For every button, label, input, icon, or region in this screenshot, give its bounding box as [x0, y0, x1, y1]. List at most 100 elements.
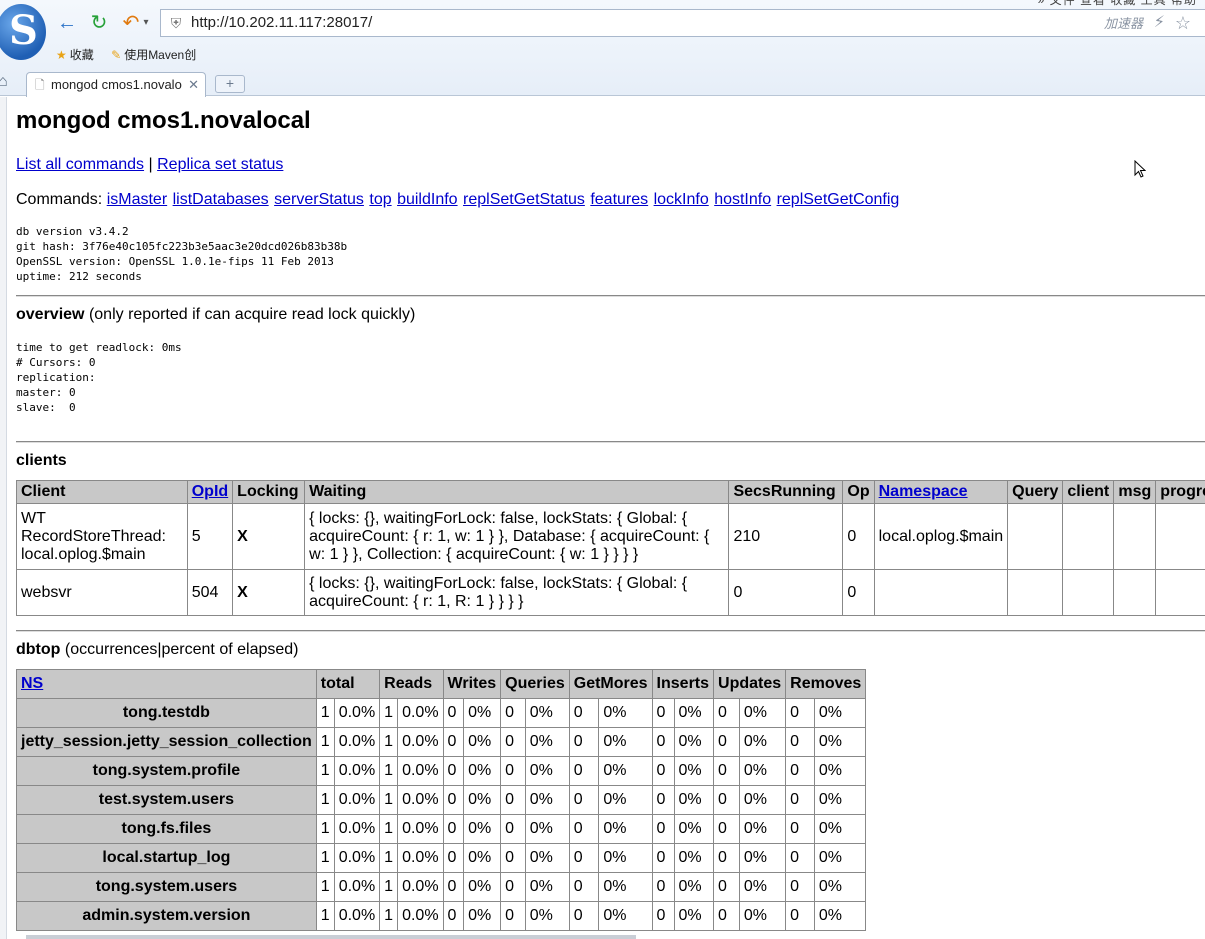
cmd-lockinfo-link[interactable]: lockInfo	[654, 191, 709, 208]
chevron-down-icon[interactable]: ▾	[140, 10, 152, 36]
cell-value: 0%	[673, 756, 715, 786]
mouse-cursor-icon	[1134, 160, 1146, 178]
cell-value: 0.0%	[397, 872, 444, 902]
cell-value: 0%	[673, 698, 715, 728]
star-icon[interactable]: ☆	[1175, 10, 1191, 36]
browser-toolbar: S ← ↻ ↶ ▾ » 文件 查看 收藏 工具 帮助 ⛨ http://10.2…	[0, 0, 1205, 97]
cell-value: 0	[651, 727, 675, 757]
cell-ns: local.startup_log	[16, 843, 317, 873]
cmd-features-link[interactable]: features	[590, 191, 648, 208]
col-client: Client	[16, 480, 188, 504]
bookmarks-bar: ★ 收藏 ✎ 使用Maven创	[56, 44, 210, 66]
cell-query	[1007, 503, 1064, 570]
clients-table: Client OpId Locking Waiting SecsRunning …	[16, 480, 1205, 616]
cell-value: 0%	[463, 843, 502, 873]
cell-ns: test.system.users	[16, 785, 317, 815]
cell-value: 1	[315, 756, 335, 786]
cmd-buildinfo-link[interactable]: buildInfo	[397, 191, 458, 208]
overview-heading: overview (only reported if can acquire r…	[16, 306, 415, 324]
cell-msg	[1113, 569, 1157, 616]
cell-value: 0	[500, 785, 526, 815]
cell-ns: tong.system.profile	[16, 756, 317, 786]
cell-value: 1	[315, 814, 335, 844]
divider	[16, 630, 1205, 632]
cmd-replsetgetconfig-link[interactable]: replSetGetConfig	[777, 191, 900, 208]
col-waiting: Waiting	[304, 480, 730, 504]
cell-value: 0	[442, 756, 465, 786]
cell-value: 0%	[524, 901, 570, 931]
cmd-ismaster-link[interactable]: isMaster	[107, 191, 167, 208]
col-opid: OpId	[186, 480, 234, 504]
clients-heading: clients	[16, 452, 67, 470]
cell-value: 0	[500, 814, 526, 844]
cmd-hostinfo-link[interactable]: hostInfo	[714, 191, 771, 208]
clients-title: clients	[16, 452, 67, 469]
new-tab-button[interactable]: +	[215, 75, 245, 93]
cmd-replsetgetstatus-link[interactable]: replSetGetStatus	[463, 191, 585, 208]
table-row: admin.system.version 1 0.0% 1 0.0% 0 0% 0 0% 0 0% 0…	[16, 901, 867, 931]
cell-value: 0.0%	[333, 901, 381, 931]
cell-value: 0	[442, 785, 465, 815]
cell-value: 0%	[673, 785, 715, 815]
opid-sort-link[interactable]: OpId	[192, 483, 228, 500]
cell-client: websvr	[16, 569, 188, 616]
refresh-icon[interactable]: ↻	[86, 10, 112, 36]
cmd-serverstatus-link[interactable]: serverStatus	[274, 191, 364, 208]
cell-value: 0.0%	[333, 698, 381, 728]
cell-value: 0%	[738, 814, 787, 844]
col-writes: Writes	[442, 669, 502, 699]
close-icon[interactable]: ✕	[188, 73, 199, 97]
bookmark-favorites[interactable]: ★ 收藏	[56, 44, 94, 66]
cell-value: 0.0%	[397, 727, 444, 757]
accelerator-label[interactable]: 加速器	[1104, 10, 1143, 38]
cell-value: 0	[442, 727, 465, 757]
cell-value: 0	[785, 698, 815, 728]
col-reads: Reads	[379, 669, 444, 699]
ns-sort-link[interactable]: NS	[21, 675, 43, 692]
cell-value: 0	[713, 785, 740, 815]
cell-value: 0%	[524, 727, 570, 757]
cell-value: 0%	[463, 901, 502, 931]
cell-value: 0	[568, 814, 600, 844]
cell-value: 0%	[813, 814, 867, 844]
cell-value: 0	[442, 843, 465, 873]
cell-locking: X	[232, 569, 306, 616]
cell-ns: tong.testdb	[16, 698, 317, 728]
cell-value: 0	[500, 901, 526, 931]
home-icon[interactable]: ⌂	[0, 73, 8, 91]
cell-value: 0%	[524, 785, 570, 815]
cell-value: 0	[442, 901, 465, 931]
cell-value: 0	[651, 901, 675, 931]
bookmark-maven[interactable]: ✎ 使用Maven创	[111, 44, 196, 66]
horizontal-scrollbar[interactable]	[26, 935, 636, 939]
namespace-sort-link[interactable]: Namespace	[879, 483, 968, 500]
cell-value: 0%	[738, 756, 787, 786]
cell-value: 0	[500, 727, 526, 757]
cmd-listdatabases-link[interactable]: listDatabases	[173, 191, 269, 208]
address-bar[interactable]: ⛨ http://10.202.11.117:28017/ 加速器 ⚡︎ ☆	[160, 9, 1205, 37]
cell-secsrunning: 0	[728, 569, 844, 616]
table-row: jetty_session.jetty_session_collection 1 0…	[16, 727, 867, 757]
replica-set-status-link[interactable]: Replica set status	[157, 156, 283, 173]
back-arrow-icon[interactable]: ←	[54, 10, 80, 36]
menu-bar[interactable]: » 文件 查看 收藏 工具 帮助	[1038, 0, 1197, 8]
table-row: test.system.users 1 0.0% 1 0.0% 0 0% 0 0% 0 0% 0 0% 0…	[16, 785, 867, 815]
cell-waiting: { locks: {}, waitingForLock: false, lock…	[304, 569, 730, 616]
cmd-top-link[interactable]: top	[369, 191, 391, 208]
cell-value: 0.0%	[333, 785, 381, 815]
table-row: websvr 504 X { locks: {}, waitingForLock…	[16, 569, 1205, 616]
divider	[16, 441, 1205, 443]
lightning-icon[interactable]: ⚡︎	[1154, 12, 1165, 32]
tab-mongod[interactable]: 🗋︎ mongod cmos1.novalo ✕	[26, 72, 206, 97]
list-all-commands-link[interactable]: List all commands	[16, 156, 144, 173]
col-secsrunning: SecsRunning	[728, 480, 844, 504]
cell-value: 0%	[463, 785, 502, 815]
url-text[interactable]: http://10.202.11.117:28017/	[191, 10, 372, 36]
cell-value: 0%	[673, 872, 715, 902]
col-progress: progress	[1155, 480, 1205, 504]
cell-value: 0.0%	[333, 727, 381, 757]
cell-value: 0	[500, 698, 526, 728]
cell-value: 0%	[598, 785, 653, 815]
col-locking: Locking	[232, 480, 306, 504]
col-total: total	[315, 669, 381, 699]
